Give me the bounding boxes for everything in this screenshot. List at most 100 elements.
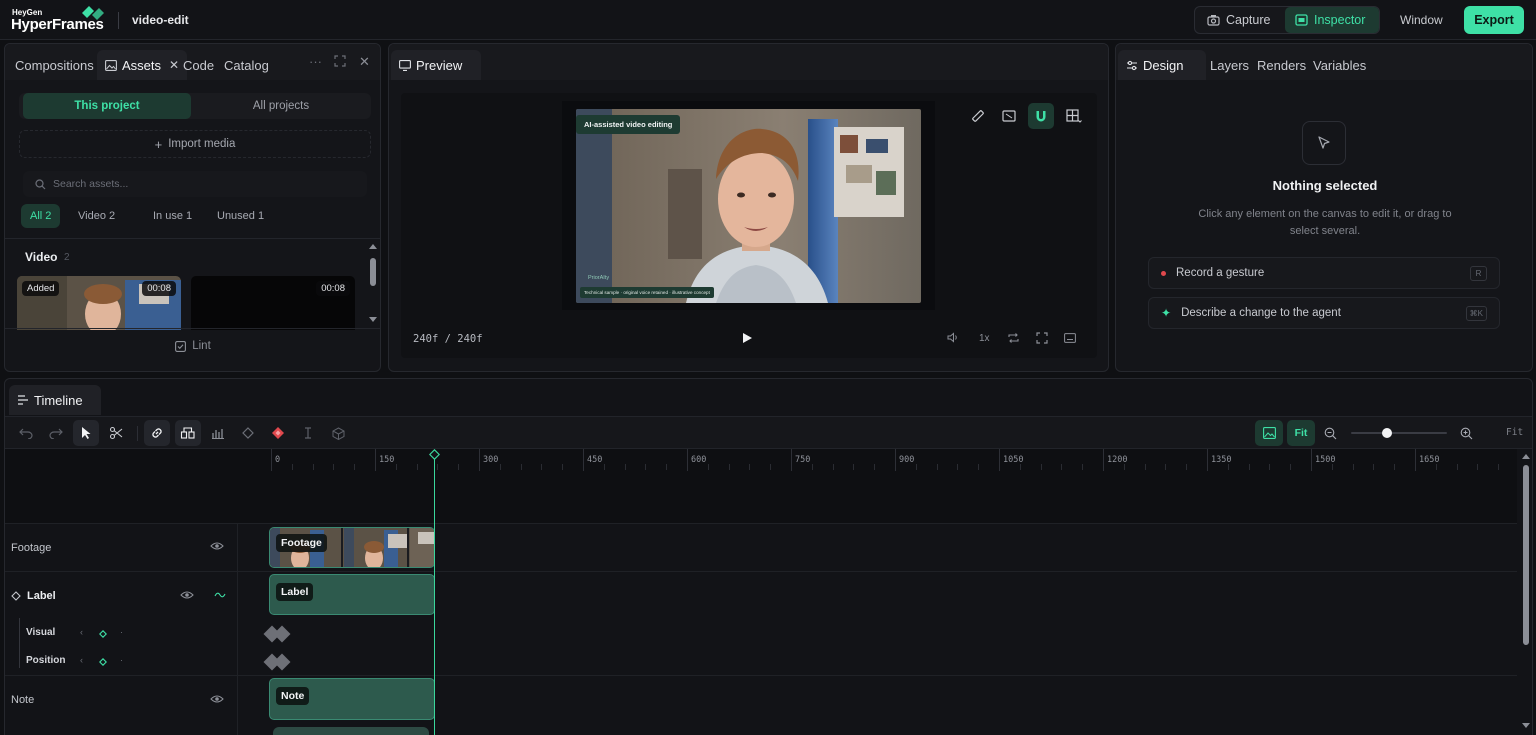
timeline-ruler[interactable]: 0 150 300 450 600 750 900 1050 1200 1350 1500 1650	[5, 449, 1517, 523]
filter-in-use[interactable]: In use 1	[144, 204, 201, 228]
keyframe-marker[interactable]	[273, 653, 291, 671]
filter-unused[interactable]: Unused 1	[208, 204, 273, 228]
split-tool-button[interactable]	[103, 420, 129, 446]
tab-timeline-label: Timeline	[34, 392, 83, 408]
captions-icon	[1064, 333, 1076, 343]
clip-label[interactable]: Label	[269, 574, 435, 615]
keyframe-toggle-icon[interactable]	[99, 658, 107, 666]
safe-area-button[interactable]	[996, 103, 1022, 129]
speed-selector[interactable]: 1x	[979, 333, 990, 344]
tab-catalog[interactable]: Catalog	[216, 50, 277, 80]
play-icon	[741, 332, 753, 344]
tab-design[interactable]: Design	[1118, 50, 1206, 80]
ruler-tool-button[interactable]	[965, 103, 991, 129]
this-project-button[interactable]: This project	[23, 93, 191, 119]
prev-keyframe-icon[interactable]: ‹	[80, 655, 83, 665]
lint-check-icon	[175, 340, 187, 352]
play-button[interactable]	[741, 332, 753, 344]
select-tool-button[interactable]	[73, 420, 99, 446]
keyframe-toggle-icon[interactable]	[99, 630, 107, 638]
grid-menu-button[interactable]	[1061, 103, 1087, 129]
snap-magnet-button[interactable]	[1028, 103, 1054, 129]
link-button[interactable]	[144, 420, 170, 446]
distribute-button[interactable]	[205, 420, 231, 446]
lint-button[interactable]: Lint	[5, 340, 380, 352]
keyframe-button[interactable]	[235, 420, 261, 446]
expand-icon[interactable]	[334, 55, 346, 67]
undo-button[interactable]	[13, 420, 39, 446]
captions-button[interactable]	[1064, 333, 1076, 343]
assets-panel: Compositions Assets ✕ Code Catalog ··· ✕…	[4, 43, 381, 372]
link-icon	[150, 426, 164, 440]
asset-thumbnail-footage[interactable]: Added 00:08	[17, 276, 181, 330]
volume-button[interactable]	[947, 332, 960, 343]
text-cursor-button[interactable]	[295, 420, 321, 446]
zoom-in-button[interactable]	[1453, 420, 1479, 446]
inspector-button[interactable]: Inspector	[1285, 7, 1379, 33]
zoom-out-button[interactable]	[1317, 420, 1343, 446]
window-menu-button[interactable]: Window	[1400, 13, 1443, 27]
tab-compositions[interactable]: Compositions	[7, 50, 102, 80]
canvas-frame[interactable]: AI-assisted video editing PriorAIty Tech…	[562, 101, 935, 310]
collapse-diamond-icon[interactable]	[11, 591, 21, 601]
clip-footage[interactable]: Footage	[269, 527, 435, 568]
fit-toggle[interactable]: Fit	[1287, 420, 1315, 446]
video-canvas[interactable]: AI-assisted video editing PriorAIty Tech…	[576, 109, 921, 303]
more-icon[interactable]: ···	[309, 54, 322, 69]
search-input[interactable]: Search assets...	[53, 178, 128, 190]
search-assets[interactable]: Search assets...	[23, 171, 367, 197]
zoom-slider-track[interactable]	[1351, 432, 1447, 434]
clip-note[interactable]: Note	[269, 678, 435, 720]
capture-button[interactable]: Capture	[1197, 7, 1280, 33]
ruler-minor-tick	[1290, 464, 1291, 470]
next-keyframe-icon[interactable]: ·	[120, 655, 123, 665]
add-keyframe-button[interactable]	[265, 420, 291, 446]
tab-timeline[interactable]: Timeline	[9, 385, 101, 415]
assets-panel-tabs: Compositions Assets ✕ Code Catalog ··· ✕	[5, 44, 380, 80]
loop-button[interactable]	[1007, 332, 1020, 344]
clip-footage-label: Footage	[276, 534, 327, 552]
cube-button[interactable]	[325, 420, 351, 446]
zoom-fit-label[interactable]: Fit	[1506, 427, 1523, 438]
prev-keyframe-icon[interactable]: ‹	[80, 627, 83, 637]
align-button[interactable]	[175, 420, 201, 446]
tab-assets[interactable]: Assets ✕	[97, 50, 188, 80]
timeline-scrollbar[interactable]	[1521, 451, 1531, 735]
assets-scrollbar[interactable]	[368, 241, 378, 325]
keyframe-marker[interactable]	[273, 625, 291, 643]
tab-preview[interactable]: Preview	[391, 50, 481, 80]
next-keyframe-icon[interactable]: ·	[120, 627, 123, 637]
overlay-title: AI-assisted video editing	[576, 115, 681, 134]
property-position: Position	[26, 655, 66, 666]
close-panel-icon[interactable]: ✕	[359, 54, 370, 70]
divider	[5, 328, 380, 329]
ruler-major-tick	[583, 449, 584, 471]
loop-icon	[1007, 332, 1020, 344]
ruler-minor-tick	[1436, 464, 1437, 470]
describe-change-button[interactable]: ✦ Describe a change to the agent ⌘K	[1148, 297, 1500, 329]
ruler-label: 0	[275, 455, 281, 465]
fullscreen-button[interactable]	[1036, 332, 1048, 344]
redo-button[interactable]	[43, 420, 69, 446]
ruler-minor-tick	[1457, 464, 1458, 470]
next-clip-peek[interactable]	[273, 727, 429, 735]
tab-variables[interactable]: Variables	[1305, 50, 1374, 80]
thumbnails-toggle[interactable]	[1255, 420, 1283, 446]
import-media-button[interactable]: + Import media	[19, 130, 371, 158]
ruler-minor-tick	[500, 464, 501, 470]
export-button[interactable]: Export	[1464, 6, 1524, 34]
record-gesture-button[interactable]: Record a gesture R	[1148, 257, 1500, 289]
asset-thumbnail-black[interactable]: 00:08	[191, 276, 355, 330]
zoom-slider-thumb[interactable]	[1382, 428, 1392, 438]
filter-all[interactable]: All 2	[21, 204, 61, 228]
tab-preview-label: Preview	[416, 57, 463, 73]
all-projects-button[interactable]: All projects	[195, 93, 367, 119]
curve-icon[interactable]	[214, 590, 226, 600]
eye-icon[interactable]	[180, 590, 194, 600]
safe-area-icon	[1002, 110, 1016, 122]
eye-icon[interactable]	[210, 541, 224, 551]
playhead-handle[interactable]	[429, 449, 440, 460]
playhead[interactable]	[434, 455, 435, 735]
filter-video[interactable]: Video 2	[69, 204, 124, 228]
eye-icon[interactable]	[210, 694, 224, 704]
